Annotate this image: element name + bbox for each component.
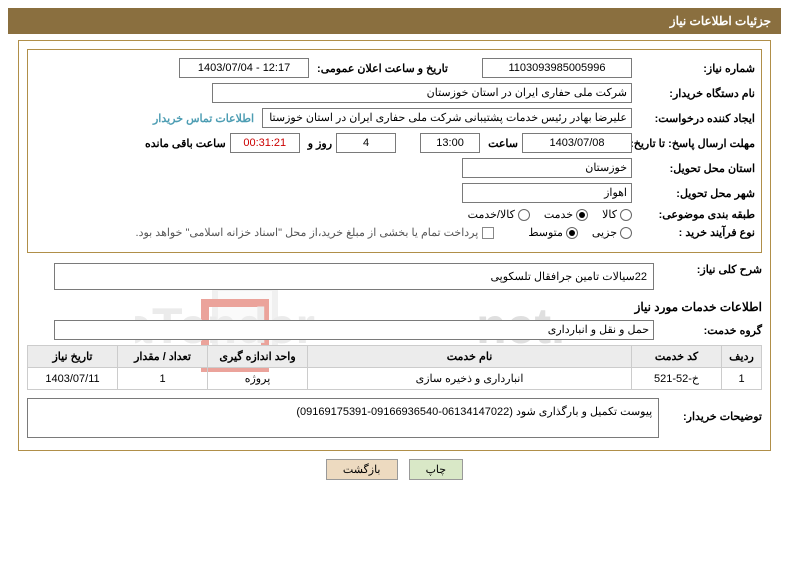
th-unit: واحد اندازه گیری [208, 346, 308, 368]
days-suffix: روز و [308, 137, 332, 150]
button-bar: چاپ بازگشت [0, 459, 789, 480]
radio-service[interactable]: خدمت [544, 208, 588, 221]
cell-code: خ-52-521 [632, 368, 722, 390]
radio-goods[interactable]: کالا [602, 208, 632, 221]
buy-type-label: نوع فرآیند خرید : [640, 226, 755, 239]
treasury-note: پرداخت تمام یا بخشی از مبلغ خرید،از محل … [136, 226, 479, 239]
buyer-notes-field: پیوست تکمیل و بارگذاری شود (06134147022-… [27, 398, 659, 438]
cell-qty: 1 [118, 368, 208, 390]
services-table: ردیف کد خدمت نام خدمت واحد اندازه گیری ت… [27, 345, 762, 390]
th-code: کد خدمت [632, 346, 722, 368]
buyer-contact-link[interactable]: اطلاعات تماس خریدار [153, 112, 254, 125]
city-field: اهواز [462, 183, 632, 203]
general-desc-field: 22سیالات تامین جرافقال تلسکوپی [54, 263, 654, 290]
radio-goods-service[interactable]: کالا/خدمت [468, 208, 530, 221]
buyer-org-label: نام دستگاه خریدار: [640, 87, 755, 100]
details-section: شماره نیاز: 1103093985005996 تاریخ و ساع… [27, 49, 762, 253]
need-no-field: 1103093985005996 [482, 58, 632, 78]
subject-class-label: طبقه بندی موضوعی: [640, 208, 755, 221]
deadline-time-field: 13:00 [420, 133, 480, 153]
th-name: نام خدمت [308, 346, 632, 368]
deadline-label: مهلت ارسال پاسخ: تا تاریخ: [640, 137, 755, 150]
th-row: ردیف [722, 346, 762, 368]
buyer-org-field: شرکت ملی حفاری ایران در استان خوزستان [212, 83, 632, 103]
province-field: خوزستان [462, 158, 632, 178]
need-no-label: شماره نیاز: [640, 62, 755, 75]
treasury-checkbox[interactable]: پرداخت تمام یا بخشی از مبلغ خرید،از محل … [136, 226, 495, 239]
checkbox-icon [482, 227, 494, 239]
countdown-field: 00:31:21 [230, 133, 300, 153]
buyer-notes-label: توضیحات خریدار: [663, 398, 762, 423]
service-group-field: حمل و نقل و انبارداری [54, 320, 654, 340]
services-section-title: اطلاعات خدمات مورد نیاز [27, 300, 762, 314]
announce-label: تاریخ و ساعت اعلان عمومی: [317, 62, 448, 75]
general-desc-label: شرح کلی نیاز: [662, 263, 762, 276]
days-field: 4 [336, 133, 396, 153]
province-label: استان محل تحویل: [640, 162, 755, 175]
time-label: ساعت [488, 137, 518, 150]
radio-small[interactable]: جزیی [592, 226, 632, 239]
requester-field: علیرضا بهادر رئیس خدمات پشتیبانی شرکت مل… [262, 108, 632, 128]
announce-field: 1403/07/04 - 12:17 [179, 58, 309, 78]
page-title-bar: جزئیات اطلاعات نیاز [8, 8, 781, 34]
main-frame: شماره نیاز: 1103093985005996 تاریخ و ساع… [18, 40, 771, 451]
print-button[interactable]: چاپ [409, 459, 464, 480]
back-button[interactable]: بازگشت [326, 459, 398, 480]
radio-medium[interactable]: متوسط [528, 226, 578, 239]
cell-unit: پروژه [208, 368, 308, 390]
th-need-date: تاریخ نیاز [28, 346, 118, 368]
requester-label: ایجاد کننده درخواست: [640, 112, 755, 125]
city-label: شهر محل تحویل: [640, 187, 755, 200]
table-row: 1 خ-52-521 انبارداری و ذخیره سازی پروژه … [28, 368, 762, 390]
deadline-date-field: 1403/07/08 [522, 133, 632, 153]
page-title: جزئیات اطلاعات نیاز [670, 14, 771, 28]
cell-row: 1 [722, 368, 762, 390]
service-group-label: گروه خدمت: [662, 324, 762, 337]
remaining-suffix: ساعت باقی مانده [145, 137, 226, 150]
cell-need-date: 1403/07/11 [28, 368, 118, 390]
cell-name: انبارداری و ذخیره سازی [308, 368, 632, 390]
th-qty: تعداد / مقدار [118, 346, 208, 368]
